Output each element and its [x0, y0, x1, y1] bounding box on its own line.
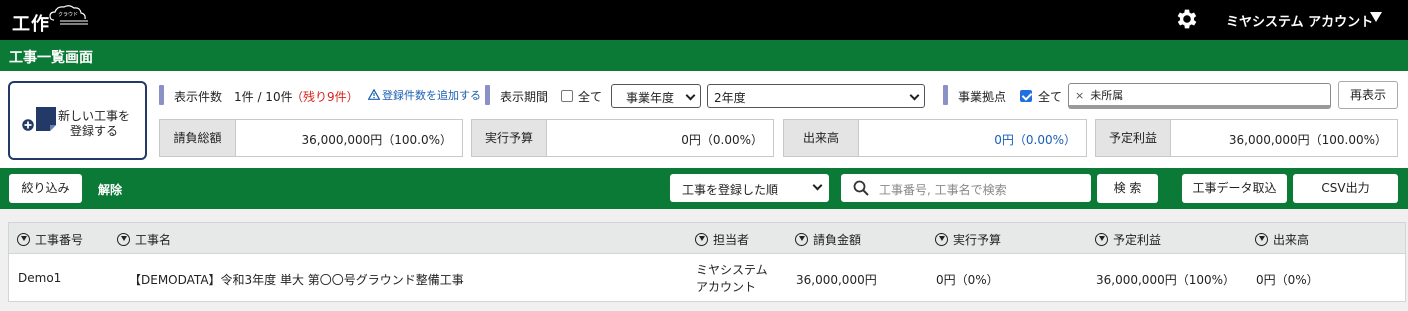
search-input[interactable]: 工事番号, 工事名で検索 — [841, 174, 1091, 202]
year-select[interactable]: 2年度 — [707, 84, 925, 108]
cloud-logo-icon: クラウド — [49, 5, 88, 25]
redisplay-button[interactable]: 再表示 — [1338, 81, 1398, 109]
metric-label: 実行予算 — [472, 120, 547, 156]
column-header-budget[interactable]: 実行予算 — [935, 231, 1001, 248]
section-marker — [159, 85, 164, 105]
column-header-label: 予定利益 — [1113, 233, 1162, 247]
metric-value: 36,000,000円（100.0%） — [301, 133, 452, 147]
clear-filter-link[interactable]: 解除 — [98, 181, 122, 198]
base-label: 事業拠点 — [958, 90, 1007, 104]
logo-subtext: クラウド — [58, 11, 78, 18]
sort-icon — [117, 233, 130, 246]
metric-label: 出来高 — [784, 120, 859, 156]
import-data-button[interactable]: 工事データ取込 — [1182, 174, 1287, 203]
tag-remove-icon[interactable]: × — [1075, 89, 1084, 102]
sort-order-select-value: 工事を登録した順 — [682, 183, 779, 197]
filter-toolbar: 絞り込み 解除 工事を登録した順 工事番号, 工事名で検索 検 索 工事データ取… — [0, 168, 1408, 209]
cell-name[interactable]: 【DEMODATA】令和3年度 単大 第〇〇号グラウンド整備工事 — [129, 271, 464, 288]
sort-icon — [17, 233, 30, 246]
search-placeholder: 工事番号, 工事名で検索 — [879, 183, 1007, 197]
period-label: 表示期間 — [500, 90, 549, 104]
cell-progress: 0円（0%） — [1256, 273, 1319, 287]
chevron-down-icon — [685, 90, 696, 101]
cell-contract: 36,000,000円 — [796, 273, 877, 287]
sort-icon — [935, 233, 948, 246]
column-header-label: 工事名 — [135, 233, 172, 247]
title-bar: 工事一覧画面 — [0, 40, 1408, 71]
top-bar: 工作 クラウド ミヤシステム アカウント — [0, 0, 1408, 40]
cell-person-line1: ミヤシステム — [696, 263, 768, 277]
column-header-label: 出来高 — [1273, 233, 1310, 247]
display-count-value: 1件 / 10件 — [234, 90, 293, 104]
add-count-link[interactable]: 登録件数を追加する — [368, 87, 481, 103]
gear-icon[interactable] — [1174, 6, 1200, 32]
table-header: 工事番号 工事名 担当者 請負金額 実行予算 予定利益 出来高 — [9, 223, 1405, 254]
chevron-down-icon — [909, 90, 920, 101]
sort-icon — [795, 233, 808, 246]
base-tag-input[interactable]: × 未所属 — [1068, 83, 1331, 109]
csv-export-button[interactable]: CSV出力 — [1293, 174, 1398, 203]
new-project-label-line2: 登録する — [69, 124, 118, 138]
summary-panel: 新しい工事を 登録する 表示件数 1件 / 10件 （残り9件） 登録件数を追加… — [0, 71, 1408, 168]
column-header-label: 担当者 — [713, 233, 750, 247]
sort-icon — [1255, 233, 1268, 246]
year-select-value: 2年度 — [714, 91, 746, 105]
fiscal-year-select[interactable]: 事業年度 — [611, 84, 701, 108]
page-title: 工事一覧画面 — [9, 50, 93, 66]
search-button[interactable]: 検 索 — [1097, 174, 1158, 203]
column-header-number[interactable]: 工事番号 — [17, 231, 83, 248]
search-icon — [853, 180, 869, 196]
metric-progress: 出来高 0円（0.00%） — [783, 119, 1087, 157]
column-header-name[interactable]: 工事名 — [117, 231, 171, 248]
account-menu-label[interactable]: ミヤシステム アカウント — [1226, 11, 1373, 30]
metric-label: 請負総額 — [160, 120, 236, 156]
filter-button[interactable]: 絞り込み — [9, 174, 82, 203]
logo-text: 工作 — [12, 14, 50, 35]
add-count-link-text: 登録件数を追加する — [382, 89, 481, 102]
chevron-down-icon — [812, 180, 823, 191]
metric-value: 0円（0.00%） — [994, 133, 1076, 147]
base-all-label: 全て — [1038, 90, 1063, 104]
new-project-label: 新しい工事を 登録する — [54, 109, 134, 139]
caret-down-icon[interactable] — [1370, 12, 1382, 22]
sort-order-select[interactable]: 工事を登録した順 — [670, 174, 829, 202]
display-count-label: 表示件数 — [174, 90, 223, 104]
new-project-label-line1: 新しい工事を — [57, 109, 130, 123]
cell-budget: 0円（0%） — [936, 273, 999, 287]
cell-person: ミヤシステム アカウント — [696, 262, 768, 296]
cell-profit: 36,000,000円（100%） — [1096, 273, 1236, 287]
app-logo[interactable]: 工作 クラウド — [12, 4, 88, 35]
base-tag-label: 未所属 — [1090, 89, 1124, 102]
column-header-person[interactable]: 担当者 — [695, 231, 749, 248]
sort-icon — [1095, 233, 1108, 246]
project-table: 工事番号 工事名 担当者 請負金額 実行予算 予定利益 出来高 Demo1 【D… — [8, 222, 1406, 302]
metric-value: 0円（0.00%） — [681, 133, 763, 147]
new-project-button[interactable]: 新しい工事を 登録する — [8, 81, 147, 160]
column-header-progress[interactable]: 出来高 — [1255, 231, 1309, 248]
cell-person-line2: アカウント — [696, 280, 757, 294]
column-header-label: 工事番号 — [35, 233, 84, 247]
warning-icon — [368, 89, 380, 100]
sort-icon — [695, 233, 708, 246]
remaining-count: （残り9件） — [291, 90, 359, 104]
section-marker — [943, 85, 948, 105]
column-header-label: 請負金額 — [813, 233, 862, 247]
cell-number[interactable]: Demo1 — [18, 271, 61, 285]
base-tag: × 未所属 — [1075, 87, 1123, 103]
metric-contract-total: 請負総額 36,000,000円（100.0%） — [159, 119, 463, 157]
column-header-label: 実行予算 — [953, 233, 1002, 247]
column-header-contract[interactable]: 請負金額 — [795, 231, 861, 248]
fiscal-year-select-value: 事業年度 — [626, 91, 675, 105]
base-all-checkbox[interactable] — [1020, 90, 1032, 102]
column-header-profit[interactable]: 予定利益 — [1095, 231, 1161, 248]
period-all-checkbox[interactable] — [561, 90, 573, 102]
section-marker — [485, 85, 490, 105]
metric-budget: 実行予算 0円（0.00%） — [471, 119, 774, 157]
period-all-label: 全て — [578, 90, 603, 104]
metric-expected-profit: 予定利益 36,000,000円（100.00%） — [1095, 119, 1398, 157]
metric-label: 予定利益 — [1096, 120, 1171, 156]
metric-value: 36,000,000円（100.00%） — [1228, 133, 1387, 147]
